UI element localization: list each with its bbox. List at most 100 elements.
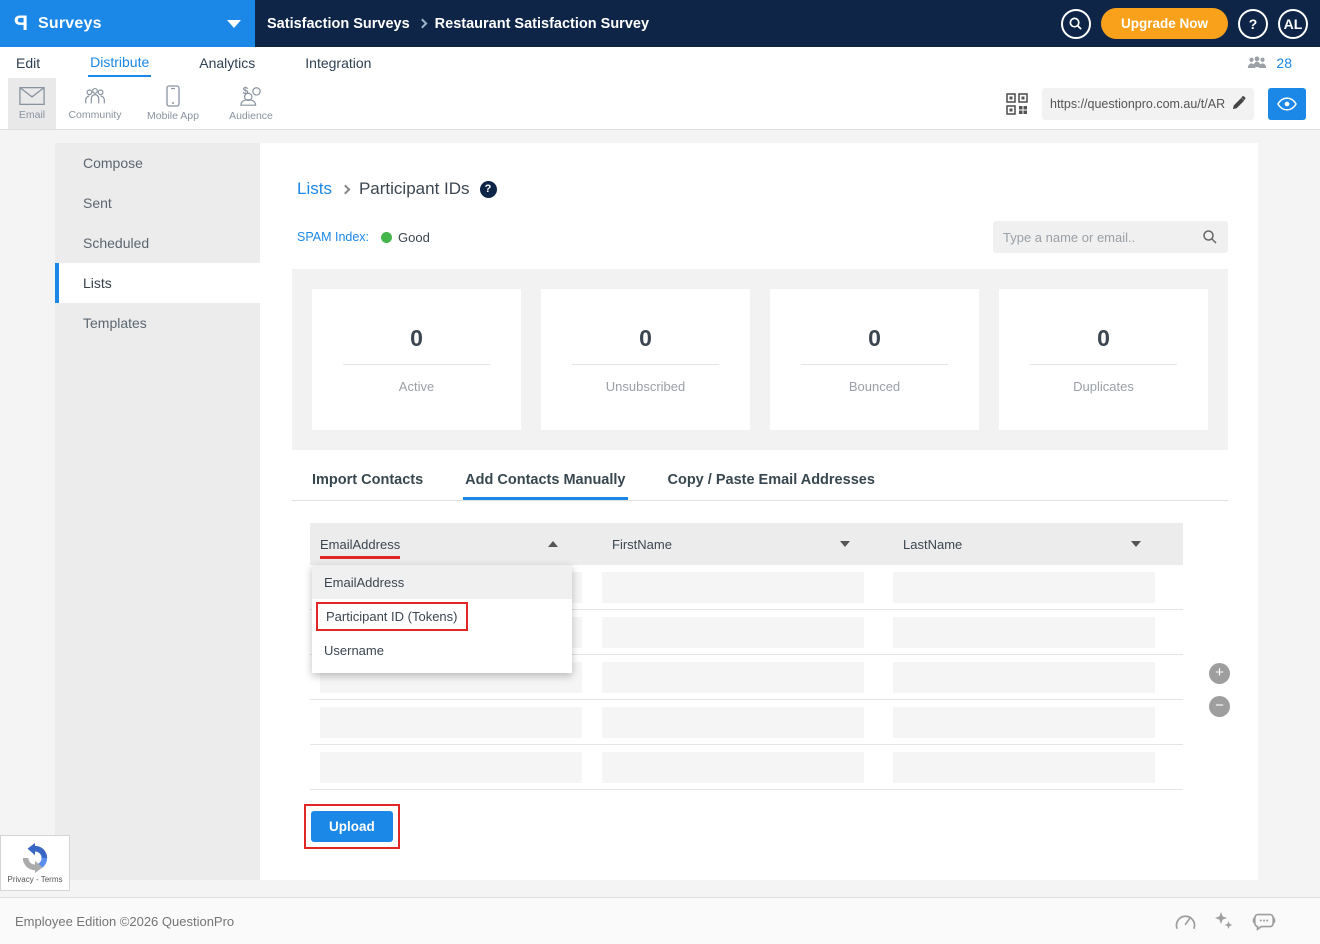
lastname-input[interactable]: [893, 662, 1155, 693]
tab-edit[interactable]: Edit: [14, 50, 42, 76]
tab-distribute[interactable]: Distribute: [88, 49, 151, 77]
top-bar: P Surveys Satisfaction Surveys Restauran…: [0, 0, 1320, 47]
contact-search[interactable]: [993, 221, 1228, 253]
search-icon[interactable]: [1202, 229, 1218, 245]
page-title: Participant IDs: [359, 179, 470, 199]
chevron-up-icon: [548, 541, 558, 547]
lastname-input[interactable]: [893, 617, 1155, 648]
spam-index-label: SPAM Index:: [297, 230, 369, 244]
email-sidebar: Compose Sent Scheduled Lists Templates: [55, 143, 260, 880]
stat-card-active: 0 Active: [312, 289, 521, 430]
preview-button[interactable]: [1268, 88, 1306, 120]
tab-integration[interactable]: Integration: [303, 50, 373, 76]
contact-search-input[interactable]: [1003, 230, 1202, 245]
stat-card-duplicates: 0 Duplicates: [999, 289, 1208, 430]
search-icon: [1068, 16, 1083, 31]
email-input[interactable]: [320, 752, 582, 783]
contact-row: [310, 745, 1183, 790]
remove-row-button[interactable]: −: [1209, 696, 1230, 717]
tab-add-contacts-manually[interactable]: Add Contacts Manually: [463, 462, 627, 500]
upgrade-now-button[interactable]: Upgrade Now: [1101, 8, 1228, 39]
breadcrumb-lists-link[interactable]: Lists: [297, 179, 332, 199]
edit-pencil-icon[interactable]: [1231, 96, 1246, 111]
dropdown-option-emailaddress[interactable]: EmailAddress: [312, 565, 572, 599]
survey-url[interactable]: https://questionpro.com.au/t/ARr6k: [1050, 97, 1225, 111]
chevron-down-icon: [840, 541, 850, 547]
community-icon: [82, 86, 108, 106]
main-panel: Lists Participant IDs ? SPAM Index: Good…: [260, 143, 1258, 880]
ai-sparkles-icon[interactable]: [1214, 911, 1234, 931]
edition-label: Employee Edition ©2026 QuestionPro: [15, 914, 234, 929]
sidebar-item-lists[interactable]: Lists: [55, 263, 260, 303]
sidebar-item-compose[interactable]: Compose: [55, 143, 260, 183]
contacts-table-header: EmailAddress FirstName LastName EmailAdd…: [310, 523, 1183, 565]
add-row-button[interactable]: +: [1209, 663, 1230, 684]
lastname-input[interactable]: [893, 707, 1155, 738]
firstname-input[interactable]: [602, 707, 864, 738]
footer: Employee Edition ©2026 QuestionPro: [0, 897, 1320, 944]
firstname-input[interactable]: [602, 572, 864, 603]
page-help-icon[interactable]: ?: [480, 181, 497, 198]
qr-code-icon[interactable]: [1006, 93, 1028, 115]
spam-status-value: Good: [398, 230, 430, 245]
dropdown-option-participant-id[interactable]: Participant ID (Tokens): [312, 599, 572, 633]
chevron-right-icon: [417, 19, 427, 29]
chevron-down-icon: [1131, 541, 1141, 547]
audience-icon: $: [238, 85, 264, 107]
email-input[interactable]: [320, 707, 582, 738]
page-breadcrumb: Lists Participant IDs ?: [297, 179, 1258, 199]
dropdown-option-username[interactable]: Username: [312, 633, 572, 667]
svg-text:$: $: [243, 86, 249, 97]
tab-copy-paste-emails[interactable]: Copy / Paste Email Addresses: [666, 462, 877, 500]
tab-import-contacts[interactable]: Import Contacts: [310, 462, 425, 500]
contacts-tabs: Import Contacts Add Contacts Manually Co…: [292, 462, 1228, 501]
channel-community[interactable]: Community: [56, 78, 134, 129]
annotation-underline: [320, 556, 400, 559]
firstname-input[interactable]: [602, 752, 864, 783]
upload-button[interactable]: Upload: [311, 811, 393, 842]
annotation-red-box: Upload: [304, 804, 400, 849]
breadcrumb: Satisfaction Surveys Restaurant Satisfac…: [255, 16, 1061, 32]
channel-email[interactable]: Email: [8, 78, 56, 129]
speed-gauge-icon[interactable]: [1175, 912, 1196, 930]
sidebar-item-scheduled[interactable]: Scheduled: [55, 223, 260, 263]
tab-analytics[interactable]: Analytics: [197, 50, 257, 76]
product-name: Surveys: [38, 15, 102, 33]
respondents-group-icon: [1246, 55, 1268, 70]
recaptcha-privacy-terms[interactable]: Privacy - Terms: [8, 875, 63, 884]
column-select-firstname[interactable]: FirstName: [602, 523, 864, 565]
survey-url-field[interactable]: https://questionpro.com.au/t/ARr6k: [1042, 88, 1254, 120]
help-button[interactable]: ?: [1238, 9, 1268, 39]
column-options-dropdown: EmailAddress Participant ID (Tokens) Use…: [312, 565, 572, 673]
lastname-input[interactable]: [893, 752, 1155, 783]
chevron-down-icon: [227, 20, 241, 28]
recaptcha-badge[interactable]: Privacy - Terms: [0, 835, 70, 891]
support-chat-icon[interactable]: [1252, 911, 1276, 931]
breadcrumb-current: Restaurant Satisfaction Survey: [435, 16, 649, 32]
eye-icon: [1277, 97, 1297, 111]
firstname-input[interactable]: [602, 662, 864, 693]
mobile-app-icon: [166, 85, 180, 107]
channel-audience[interactable]: $ Audience: [212, 78, 290, 129]
contact-row: [310, 700, 1183, 745]
respondents-count[interactable]: 28: [1276, 55, 1292, 71]
stat-card-bounced: 0 Bounced: [770, 289, 979, 430]
annotation-red-box[interactable]: Participant ID (Tokens): [316, 602, 468, 631]
column-select-lastname[interactable]: LastName: [893, 523, 1155, 565]
lastname-input[interactable]: [893, 572, 1155, 603]
chevron-right-icon: [341, 184, 351, 194]
email-icon: [19, 86, 45, 106]
product-switcher[interactable]: P Surveys: [0, 0, 255, 47]
contacts-table: EmailAddress FirstName LastName EmailAdd…: [310, 523, 1183, 790]
questionpro-logo-icon: P: [14, 12, 28, 36]
sidebar-item-sent[interactable]: Sent: [55, 183, 260, 223]
recaptcha-logo-icon: [20, 843, 50, 873]
avatar[interactable]: AL: [1278, 9, 1308, 39]
column-select-email[interactable]: EmailAddress: [310, 523, 572, 565]
distribute-toolbar: Email Community Mobile App $ Audience ht…: [0, 78, 1320, 130]
breadcrumb-parent[interactable]: Satisfaction Surveys: [267, 16, 410, 32]
sidebar-item-templates[interactable]: Templates: [55, 303, 260, 343]
firstname-input[interactable]: [602, 617, 864, 648]
search-button[interactable]: [1061, 9, 1091, 39]
channel-mobile-app[interactable]: Mobile App: [134, 78, 212, 129]
